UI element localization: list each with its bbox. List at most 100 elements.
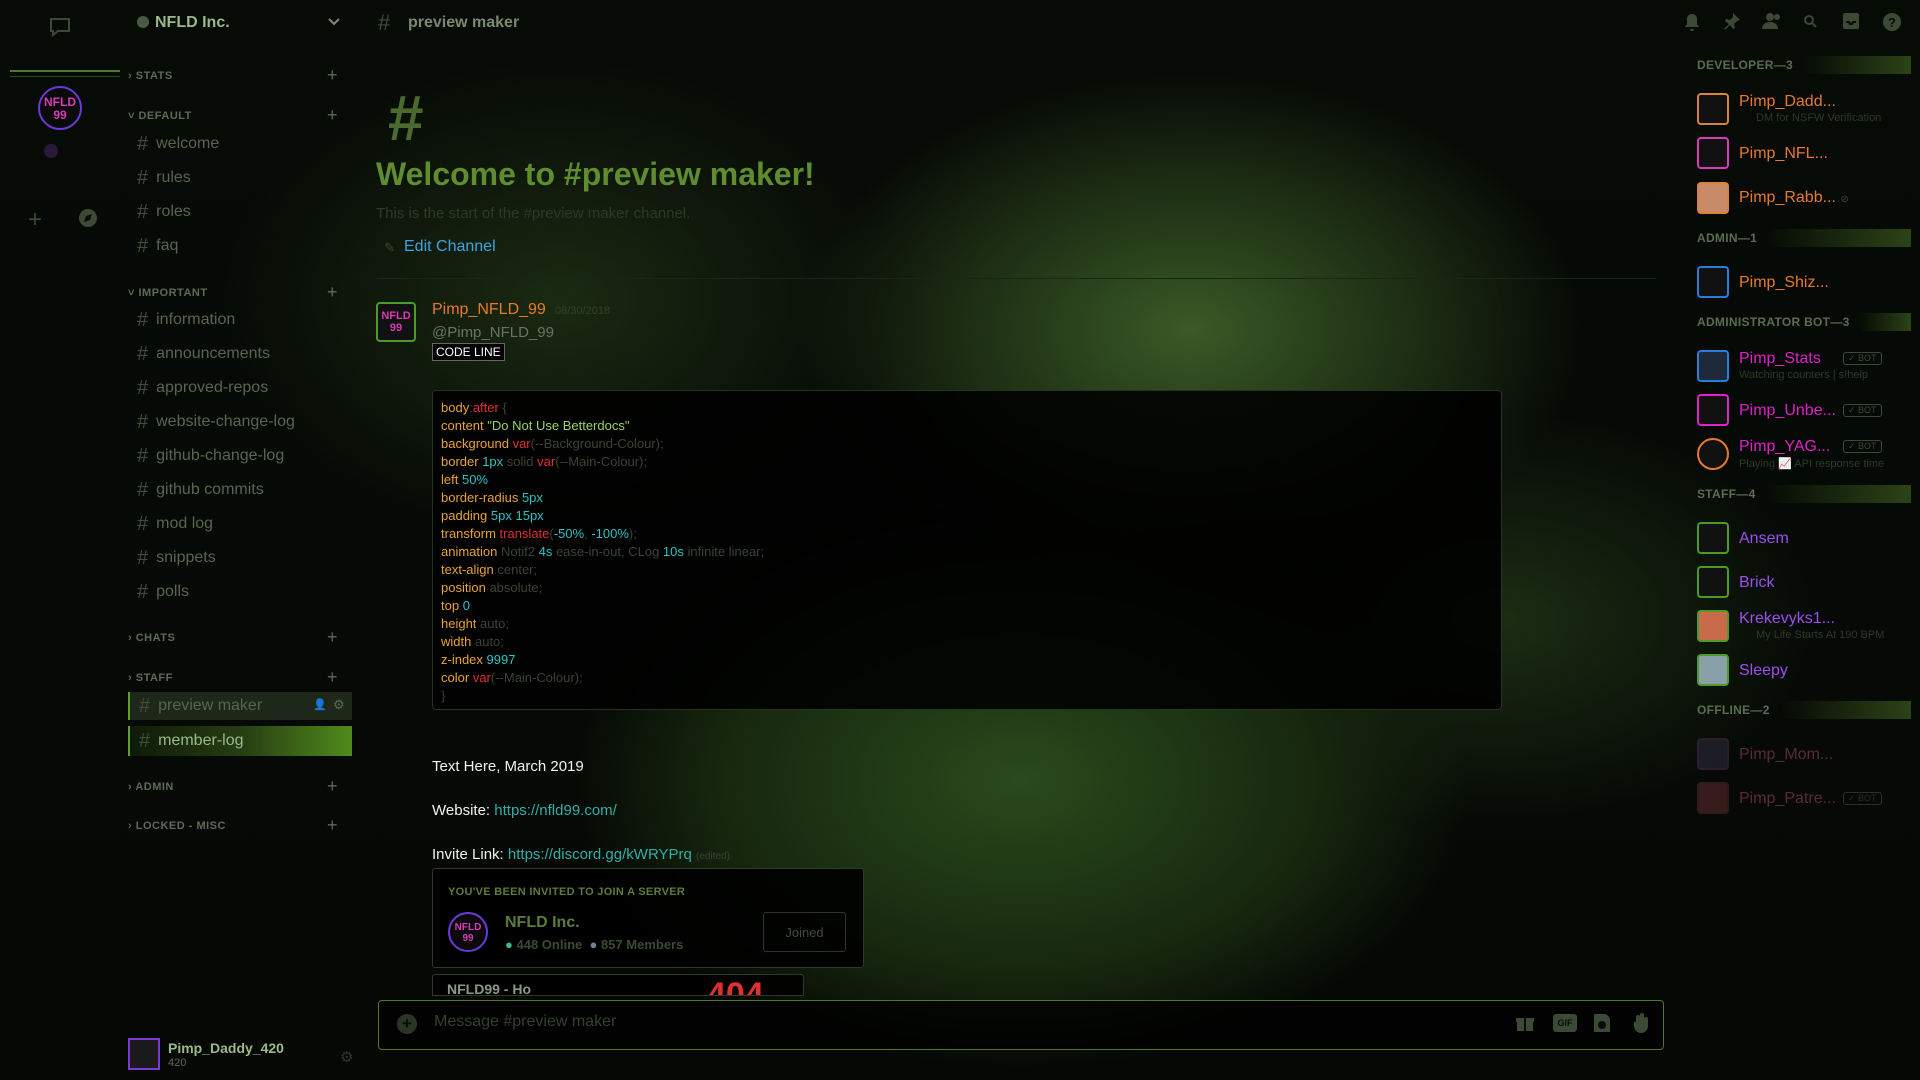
member-name[interactable]: Pimp_Patre... <box>1739 790 1836 808</box>
category-chats[interactable]: › CHATS <box>128 632 175 644</box>
channel-github-change-log[interactable]: # github-change-log <box>137 442 357 470</box>
code-line: position absolute; <box>441 579 1493 597</box>
gift-icon[interactable] <box>1515 1013 1535 1038</box>
search-icon[interactable] <box>1803 14 1817 33</box>
member-avatar[interactable] <box>1697 93 1729 125</box>
channel-website-change-log[interactable]: # website-change-log <box>137 408 357 436</box>
add-channel-icon[interactable]: + <box>327 106 338 124</box>
channel-roles[interactable]: # roles <box>137 198 357 226</box>
explore-icon[interactable] <box>78 208 98 228</box>
member-name[interactable]: Pimp_Shiz... <box>1739 274 1829 292</box>
member-name[interactable]: Pimp_YAG... <box>1739 438 1830 456</box>
category-staff[interactable]: › STAFF <box>128 672 173 684</box>
channel-faq[interactable]: # faq <box>137 232 357 260</box>
pin-icon[interactable] <box>1723 12 1741 37</box>
channel-announcements[interactable]: # announcements <box>137 340 357 368</box>
member-avatar[interactable] <box>1697 394 1729 426</box>
member-avatar[interactable] <box>1697 654 1729 686</box>
members-icon[interactable] <box>1762 12 1782 35</box>
message-avatar[interactable]: NFLD 99 <box>376 302 416 342</box>
upload-plus-icon[interactable]: + <box>397 1014 417 1034</box>
channel-snippets[interactable]: # snippets <box>137 544 357 572</box>
add-server-icon[interactable]: + <box>28 206 42 234</box>
code-line: } <box>441 687 1493 705</box>
category-admin[interactable]: › ADMIN <box>128 781 174 793</box>
category-locked-misc[interactable]: › LOCKED - MISC <box>128 820 226 832</box>
channel-github-commits[interactable]: # github commits <box>137 476 357 504</box>
channel-polls[interactable]: # polls <box>137 578 357 606</box>
member-name[interactable]: Pimp_Mom... <box>1739 746 1833 764</box>
member-avatar[interactable] <box>1697 566 1729 598</box>
member-avatar[interactable] <box>1697 522 1729 554</box>
user-avatar[interactable] <box>128 1038 160 1070</box>
emoji-icon[interactable] <box>1632 1012 1650 1039</box>
member-avatar[interactable] <box>1697 438 1729 470</box>
add-channel-icon[interactable]: + <box>327 668 338 686</box>
inbox-icon[interactable] <box>1842 12 1860 35</box>
member-category-label: STAFF—4 <box>1697 487 1756 501</box>
edit-channel-link[interactable]: Edit Channel <box>404 238 496 256</box>
member-avatar[interactable] <box>1697 266 1729 298</box>
invite-link[interactable]: https://discord.gg/kWRYPrq <box>508 846 692 863</box>
member-name[interactable]: Pimp_Stats <box>1739 350 1821 368</box>
invite-icon[interactable]: 👤 <box>313 698 327 711</box>
sticker-icon[interactable] <box>1592 1012 1612 1039</box>
message-author[interactable]: Pimp_NFLD_99 <box>432 301 546 319</box>
guild-icon-nfld[interactable]: NFLD 99 <box>38 86 82 130</box>
add-channel-icon[interactable]: + <box>327 283 338 301</box>
member-name[interactable]: Krekevyks1... <box>1739 610 1835 628</box>
channel-label: github commits <box>156 481 264 498</box>
member-name[interactable]: Sleepy <box>1739 662 1788 680</box>
channel-mod-log[interactable]: # mod log <box>137 510 357 538</box>
channel-preview-maker[interactable]: # preview maker 👤 ⚙ <box>128 692 352 720</box>
user-settings-gear-icon[interactable]: ⚙ <box>340 1048 353 1066</box>
channel-welcome[interactable]: # welcome <box>137 130 357 158</box>
code-prop: position <box>441 580 486 595</box>
member-name[interactable]: Pimp_Rabb... ⊘ <box>1739 189 1849 207</box>
code-val: 0 <box>462 598 470 613</box>
channel-rules[interactable]: # rules <box>137 164 357 192</box>
category-label: ADMIN <box>135 781 174 793</box>
add-channel-icon[interactable]: + <box>327 66 338 84</box>
category-important[interactable]: ˅ IMPORTANT <box>128 287 208 299</box>
guild-logo-text: NFLD 99 <box>44 95 76 122</box>
joined-button[interactable]: Joined <box>763 912 846 952</box>
member-avatar[interactable] <box>1697 738 1729 770</box>
member-name[interactable]: Pimp_Unbe... <box>1739 402 1836 420</box>
guild-name[interactable]: NFLD Inc. <box>155 14 230 32</box>
member-avatar[interactable] <box>1697 610 1729 642</box>
help-icon[interactable]: ? <box>1882 12 1902 37</box>
category-bar <box>1803 56 1911 74</box>
gear-icon[interactable]: ⚙ <box>333 697 345 713</box>
channel-sidebar <box>120 0 360 1080</box>
member-avatar[interactable] <box>1697 182 1729 214</box>
gif-icon[interactable]: GIF <box>1553 1014 1577 1032</box>
website-link[interactable]: https://nfld99.com/ <box>494 802 617 819</box>
member-avatar[interactable] <box>1697 782 1729 814</box>
message-input[interactable]: Message #preview maker <box>434 1013 616 1031</box>
member-avatar[interactable] <box>1697 350 1729 382</box>
invite-stats: ● 448 Online ● 857 Members <box>505 937 683 952</box>
add-channel-icon[interactable]: + <box>327 816 338 834</box>
member-name[interactable]: Brick <box>1739 574 1775 592</box>
channel-member-log[interactable]: # member-log <box>128 726 352 756</box>
add-channel-icon[interactable]: + <box>327 777 338 795</box>
member-name[interactable]: Ansem <box>1739 530 1789 548</box>
category-default[interactable]: ˅ DEFAULT <box>128 110 192 122</box>
code-block: body:after { content "Do Not Use Betterd… <box>432 390 1502 710</box>
direct-messages-icon[interactable] <box>48 16 72 38</box>
code-line: top 0 <box>441 597 1493 615</box>
online-count: 448 Online <box>516 937 583 952</box>
member-avatar[interactable] <box>1697 137 1729 169</box>
guild-icon-small[interactable] <box>44 144 58 158</box>
add-channel-icon[interactable]: + <box>327 628 338 646</box>
bell-icon[interactable] <box>1683 12 1701 37</box>
chevron-down-icon[interactable] <box>328 18 340 26</box>
channel-approved-repos[interactable]: # approved-repos <box>137 374 357 402</box>
member-name[interactable]: Pimp_Dadd... <box>1739 93 1836 111</box>
hash-icon: # <box>137 132 149 155</box>
category-stats[interactable]: › STATS <box>128 70 173 82</box>
channel-information[interactable]: # information <box>137 306 357 334</box>
member-name[interactable]: Pimp_NFL... <box>1739 145 1828 163</box>
code-val: 5px <box>521 490 543 505</box>
